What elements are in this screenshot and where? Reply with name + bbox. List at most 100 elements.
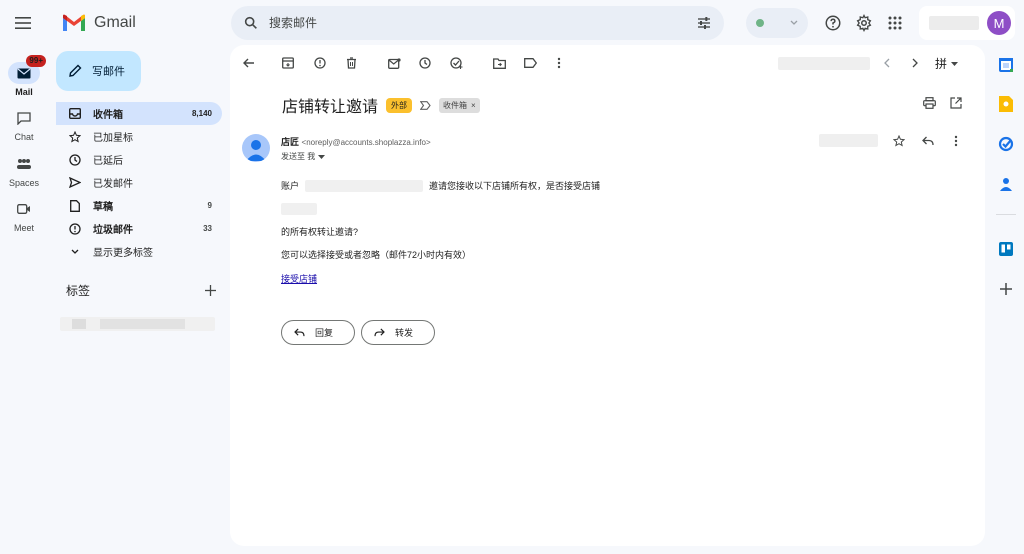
gmail-logo[interactable]: Gmail: [62, 10, 136, 36]
plus-icon[interactable]: [205, 285, 216, 296]
forward-button[interactable]: 转发: [361, 320, 435, 345]
move-to-button[interactable]: [489, 53, 509, 73]
mark-unread-button[interactable]: [384, 53, 404, 73]
right-rail-divider: [996, 214, 1016, 215]
rail-chat-label: Chat: [14, 132, 34, 142]
inbox-count: 8,140: [191, 109, 212, 118]
reply-button[interactable]: 回复: [281, 320, 355, 345]
invite-text: 邀请您接收以下店铺所有权，是否接受店铺: [429, 181, 601, 191]
add-task-button[interactable]: [446, 53, 466, 73]
tasks-app-button[interactable]: [996, 134, 1016, 154]
status-dot: [756, 19, 764, 27]
trash-icon: [346, 57, 356, 69]
sidebar-item-label: 已加星标: [93, 133, 133, 144]
forward-label: 转发: [395, 328, 414, 338]
accept-shop-link[interactable]: 接受店铺: [281, 272, 317, 285]
rail-spaces-icon-wrap: [8, 153, 40, 175]
sidebar-item-starred[interactable]: 已加星标: [56, 125, 222, 148]
star-icon: [893, 135, 905, 147]
chevron-down-icon: [71, 249, 79, 254]
sidebar-item-inbox[interactable]: 收件箱 8,140: [56, 102, 222, 125]
sidebar-item-snoozed[interactable]: 已延后: [56, 148, 222, 171]
trello-icon: [999, 242, 1013, 256]
input-tools-button[interactable]: 拼: [935, 55, 959, 72]
star-button[interactable]: [889, 131, 909, 151]
redacted-org: [929, 16, 979, 30]
sidebar-item-spam[interactable]: 垃圾邮件 33: [56, 217, 222, 240]
back-button[interactable]: [239, 53, 259, 73]
chevron-right-icon: [912, 58, 918, 68]
sidebar-item-drafts[interactable]: 草稿 9: [56, 194, 222, 217]
menu-icon: [15, 17, 31, 29]
more-actions-button[interactable]: [549, 53, 569, 73]
rail-spaces[interactable]: Spaces: [4, 153, 44, 188]
keep-app-button[interactable]: [996, 94, 1016, 114]
recipient-details[interactable]: 发送至 我: [281, 151, 326, 162]
person-icon: [246, 140, 266, 161]
main-menu-button[interactable]: [12, 12, 34, 34]
delete-button[interactable]: [341, 53, 361, 73]
label-button[interactable]: [520, 53, 540, 73]
label-icon: [523, 58, 537, 68]
sidebar-item-label: 显示更多标签: [93, 248, 153, 259]
add-task-icon: [449, 57, 462, 69]
sender-name[interactable]: 店匠: [281, 137, 299, 147]
gmail-wordmark: Gmail: [94, 14, 136, 31]
video-camera-icon: [17, 204, 30, 214]
mark-unread-icon: [387, 57, 401, 69]
arrow-left-icon: [243, 58, 254, 68]
clock-icon: [69, 153, 81, 166]
redacted-account: [305, 179, 424, 192]
rail-mail[interactable]: 99+ Mail: [4, 55, 46, 97]
print-button[interactable]: [919, 93, 939, 113]
compose-button[interactable]: 写邮件: [56, 51, 141, 91]
choice-line: 您可以选择接受或者忽略（邮件72小时内有效）: [281, 250, 472, 260]
printer-icon: [922, 97, 936, 109]
settings-button[interactable]: [853, 12, 875, 34]
tasks-icon: [998, 136, 1014, 152]
calendar-app-button[interactable]: [996, 55, 1016, 75]
more-vertical-icon: [954, 135, 958, 147]
labels-title: 标签: [66, 284, 91, 298]
sender-avatar[interactable]: [242, 134, 270, 162]
send-icon: [69, 177, 81, 188]
importance-marker-icon[interactable]: [420, 100, 431, 110]
pencil-icon: [69, 64, 82, 77]
status-selector[interactable]: [746, 8, 808, 38]
search-options-icon[interactable]: [696, 15, 712, 31]
more-vertical-icon: [557, 57, 561, 69]
apps-button[interactable]: [884, 12, 906, 34]
account-avatar[interactable]: M: [987, 11, 1011, 35]
rail-meet[interactable]: Meet: [4, 198, 44, 233]
trello-app-button[interactable]: [996, 239, 1016, 259]
rail-spaces-label: Spaces: [8, 178, 40, 188]
archive-button[interactable]: [278, 53, 298, 73]
keep-icon: [999, 96, 1013, 112]
remove-label-icon[interactable]: ×: [471, 101, 476, 110]
sidebar-nav: 收件箱 8,140 已加星标 已延后 已发邮件 草稿 9 垃圾邮件 33 显示更…: [56, 102, 222, 263]
redacted-shop-name: [281, 203, 317, 215]
contacts-app-button[interactable]: [996, 174, 1016, 194]
get-addons-button[interactable]: [996, 279, 1016, 299]
open-new-window-button[interactable]: [946, 93, 966, 113]
search-icon[interactable]: [243, 15, 259, 31]
gmail-m-icon: [63, 14, 85, 31]
snooze-button[interactable]: [415, 53, 435, 73]
message-more-button[interactable]: [946, 131, 966, 151]
redacted-pagination: [778, 57, 870, 70]
apps-grid-icon: [888, 16, 902, 30]
report-spam-button[interactable]: [310, 53, 330, 73]
reply-icon-button[interactable]: [918, 131, 938, 151]
search-bar[interactable]: [231, 6, 724, 40]
account-switcher[interactable]: M: [919, 6, 1015, 40]
report-icon: [314, 57, 326, 69]
rail-chat[interactable]: Chat: [4, 107, 44, 142]
search-input[interactable]: [269, 16, 686, 30]
sidebar-item-sent[interactable]: 已发邮件: [56, 171, 222, 194]
archive-icon: [282, 57, 294, 69]
newer-button[interactable]: [877, 53, 897, 73]
sidebar-item-more[interactable]: 显示更多标签: [56, 240, 222, 263]
help-button[interactable]: [822, 12, 844, 34]
drafts-count: 9: [207, 201, 212, 210]
older-button[interactable]: [905, 53, 925, 73]
